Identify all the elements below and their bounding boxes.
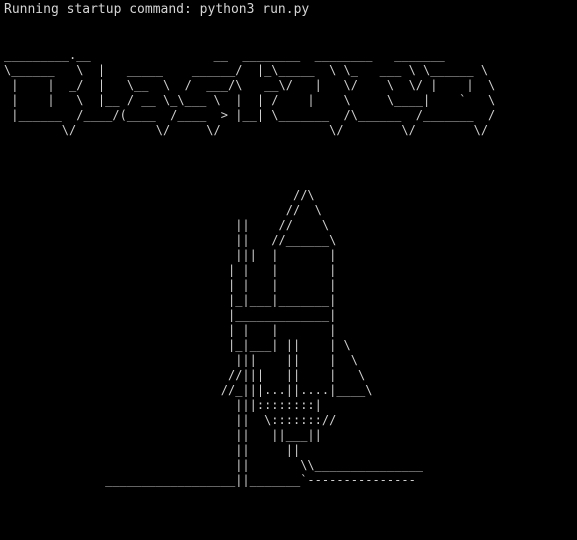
terminal-window[interactable]: Running startup command: python3 run.py … [0,0,577,540]
ascii-rocket-art: //\ // \ || // \ || //______\ ||| | | | … [105,188,424,487]
ascii-banner-art: _________.__ __ ________ ________ ______… [4,48,496,137]
startup-command-line: Running startup command: python3 run.py [4,2,310,17]
